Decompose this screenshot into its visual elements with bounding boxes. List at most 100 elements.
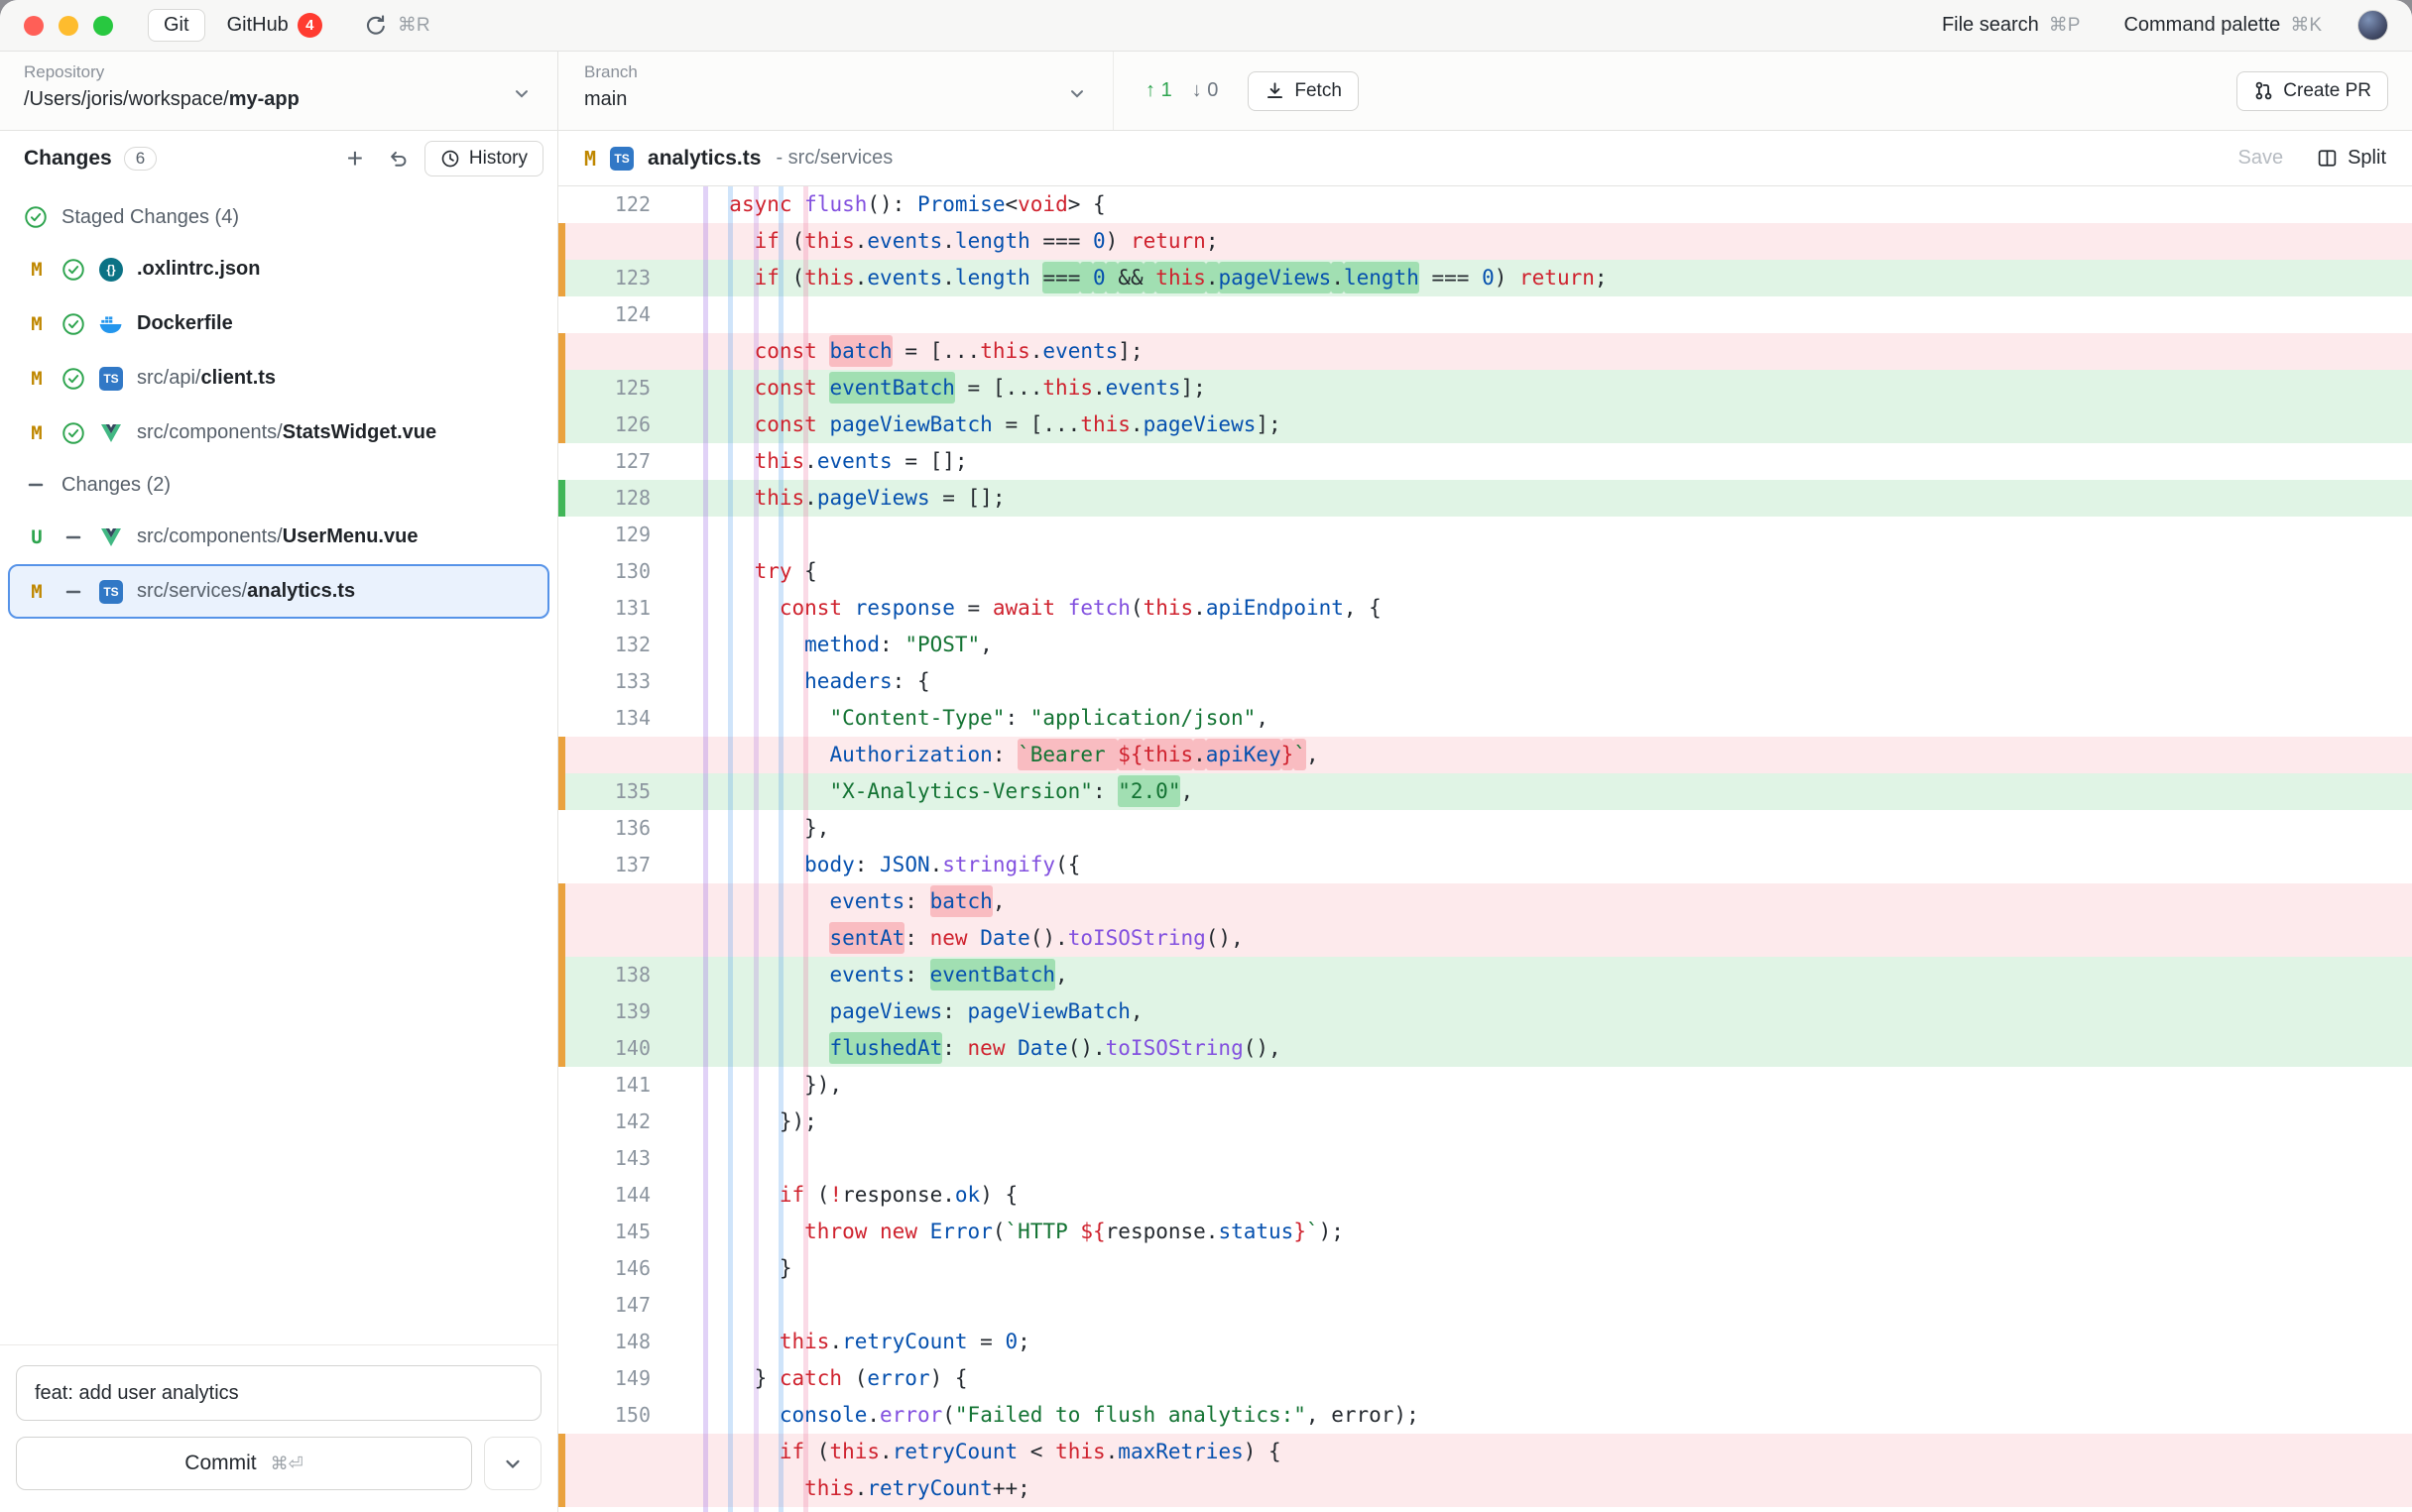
diff-row[interactable]: sentAt: new Date().toISOString(), [558, 920, 2412, 957]
file-row-client.ts[interactable]: MTSsrc/api/client.ts [8, 351, 549, 406]
app-window: Git GitHub 4 ⌘R File search ⌘P Command p… [0, 0, 2412, 1512]
close-button[interactable] [24, 16, 44, 36]
line-number: 136 [565, 810, 668, 847]
diff-row[interactable]: 150 console.error("Failed to flush analy… [558, 1397, 2412, 1434]
file-row-.oxlintrc.json[interactable]: M{}.oxlintrc.json [8, 242, 549, 296]
diff-row[interactable]: 135 "X-Analytics-Version": "2.0", [558, 773, 2412, 810]
diff-row[interactable]: 124 [558, 296, 2412, 333]
diff-row[interactable]: if (this.events.length === 0) return; [558, 223, 2412, 260]
diff-row[interactable]: 128 this.pageViews = []; [558, 480, 2412, 517]
diff-row[interactable]: 133 headers: { [558, 663, 2412, 700]
add-button[interactable]: + [337, 141, 373, 176]
diff-row[interactable]: 139 pageViews: pageViewBatch, [558, 993, 2412, 1030]
file-header-actions: Save Split [2238, 147, 2387, 170]
main-split: Changes 6 + History [0, 131, 2412, 1512]
code-line: const response = await fetch(this.apiEnd… [668, 590, 1382, 627]
diff-row[interactable]: 134 "Content-Type": "application/json", [558, 700, 2412, 737]
check-circle-icon[interactable] [61, 367, 85, 391]
undo-button[interactable] [381, 141, 417, 176]
diff-row[interactable]: 143 [558, 1140, 2412, 1177]
diff-row[interactable]: const batch = [...this.events]; [558, 333, 2412, 370]
line-number: 145 [565, 1214, 668, 1250]
diff-row[interactable]: if (this.retryCount < this.maxRetries) { [558, 1434, 2412, 1470]
file-row-UserMenu.vue[interactable]: Usrc/components/UserMenu.vue [8, 510, 549, 564]
zoom-button[interactable] [93, 16, 113, 36]
diff-row[interactable]: 123 if (this.events.length === 0 && this… [558, 260, 2412, 296]
diff-row[interactable]: 142 }); [558, 1104, 2412, 1140]
diff-row[interactable]: 137 body: JSON.stringify({ [558, 847, 2412, 883]
diff-row[interactable]: Authorization: `Bearer ${this.apiKey}`, [558, 737, 2412, 773]
command-palette-button[interactable]: Command palette ⌘K [2123, 14, 2322, 37]
diff-row[interactable]: 132 method: "POST", [558, 627, 2412, 663]
file-row-analytics.ts[interactable]: MTSsrc/services/analytics.ts [8, 564, 549, 619]
line-number: 125 [565, 370, 668, 407]
diff-row[interactable]: 131 const response = await fetch(this.ap… [558, 590, 2412, 627]
diff-row[interactable]: this.retryCount++; [558, 1470, 2412, 1507]
unstaged-section-header[interactable]: Changes (2) [0, 460, 557, 510]
branch-selector[interactable]: Branch main [558, 52, 1114, 130]
line-number: 137 [565, 847, 668, 883]
minus-icon [24, 473, 48, 497]
diff-row[interactable]: 138 events: eventBatch, [558, 957, 2412, 993]
file-status-badge: U [25, 526, 49, 548]
line-number: 133 [565, 663, 668, 700]
diff-row[interactable]: 129 [558, 517, 2412, 553]
check-circle-icon[interactable] [61, 421, 85, 445]
code-line: } catch (error) { [668, 1360, 968, 1397]
unstaged-section-label: Changes (2) [61, 474, 171, 497]
diff-row[interactable]: 125 const eventBatch = [...this.events]; [558, 370, 2412, 407]
staged-section-header[interactable]: Staged Changes (4) [0, 192, 557, 242]
chevron-down-icon [512, 83, 532, 103]
diff-row[interactable]: 122 async flush(): Promise<void> { [558, 186, 2412, 223]
create-pr-button[interactable]: Create PR [2236, 71, 2388, 111]
docker-icon [98, 311, 124, 337]
commit-message-input[interactable] [16, 1365, 542, 1421]
tab-git[interactable]: Git [148, 9, 205, 42]
code-line: if (this.events.length === 0 && this.pag… [668, 260, 1608, 296]
line-number: 144 [565, 1177, 668, 1214]
diff-row[interactable]: 130 try { [558, 553, 2412, 590]
commit-options-button[interactable] [484, 1437, 542, 1490]
file-row-Dockerfile[interactable]: MDockerfile [8, 296, 549, 351]
change-indicator-bar [558, 370, 565, 407]
repository-selector[interactable]: Repository /Users/joris/workspace/my-app [0, 52, 558, 130]
diff-row[interactable]: 149 } catch (error) { [558, 1360, 2412, 1397]
arrow-down-icon: ↓ [1192, 79, 1202, 101]
line-number: 139 [565, 993, 668, 1030]
history-button[interactable]: History [424, 141, 543, 176]
diff-row[interactable]: 141 }), [558, 1067, 2412, 1104]
branch-name: main [584, 88, 1093, 111]
diff-row[interactable]: 148 this.retryCount = 0; [558, 1324, 2412, 1360]
file-row-StatsWidget.vue[interactable]: Msrc/components/StatsWidget.vue [8, 406, 549, 460]
line-number: 135 [565, 773, 668, 810]
plus-icon: + [347, 145, 363, 173]
commit-button[interactable]: Commit ⌘⏎ [16, 1437, 472, 1490]
staged-section-label: Staged Changes (4) [61, 206, 239, 229]
diff-row[interactable]: 147 [558, 1287, 2412, 1324]
code-line: if (this.events.length === 0) return; [668, 223, 1218, 260]
diff-area: 122 async flush(): Promise<void> { if (t… [558, 186, 2412, 1512]
split-button[interactable]: Split [2317, 147, 2386, 170]
diff-row[interactable]: events: batch, [558, 883, 2412, 920]
diff-row[interactable]: 127 this.events = []; [558, 443, 2412, 480]
refresh-button[interactable]: ⌘R [364, 14, 430, 38]
minus-icon[interactable] [61, 580, 85, 604]
check-circle-icon[interactable] [61, 258, 85, 282]
diff-row[interactable]: 126 const pageViewBatch = [...this.pageV… [558, 407, 2412, 443]
check-circle-icon[interactable] [61, 312, 85, 336]
diff-row[interactable]: 145 throw new Error(`HTTP ${response.sta… [558, 1214, 2412, 1250]
diff-row[interactable]: 144 if (!response.ok) { [558, 1177, 2412, 1214]
minus-icon[interactable] [61, 525, 85, 549]
diff-row[interactable]: 136 }, [558, 810, 2412, 847]
minimize-button[interactable] [59, 16, 78, 36]
tab-github-label: GitHub [227, 14, 289, 37]
file-search-button[interactable]: File search ⌘P [1942, 14, 2081, 37]
diff-row[interactable]: 140 flushedAt: new Date().toISOString(), [558, 1030, 2412, 1067]
save-button[interactable]: Save [2238, 147, 2284, 170]
avatar[interactable] [2357, 10, 2388, 41]
tab-github[interactable]: GitHub 4 [227, 13, 322, 38]
line-number [565, 883, 668, 920]
fetch-button[interactable]: Fetch [1248, 71, 1359, 111]
diff-row[interactable]: 146 } [558, 1250, 2412, 1287]
code-line: }), [668, 1067, 842, 1104]
